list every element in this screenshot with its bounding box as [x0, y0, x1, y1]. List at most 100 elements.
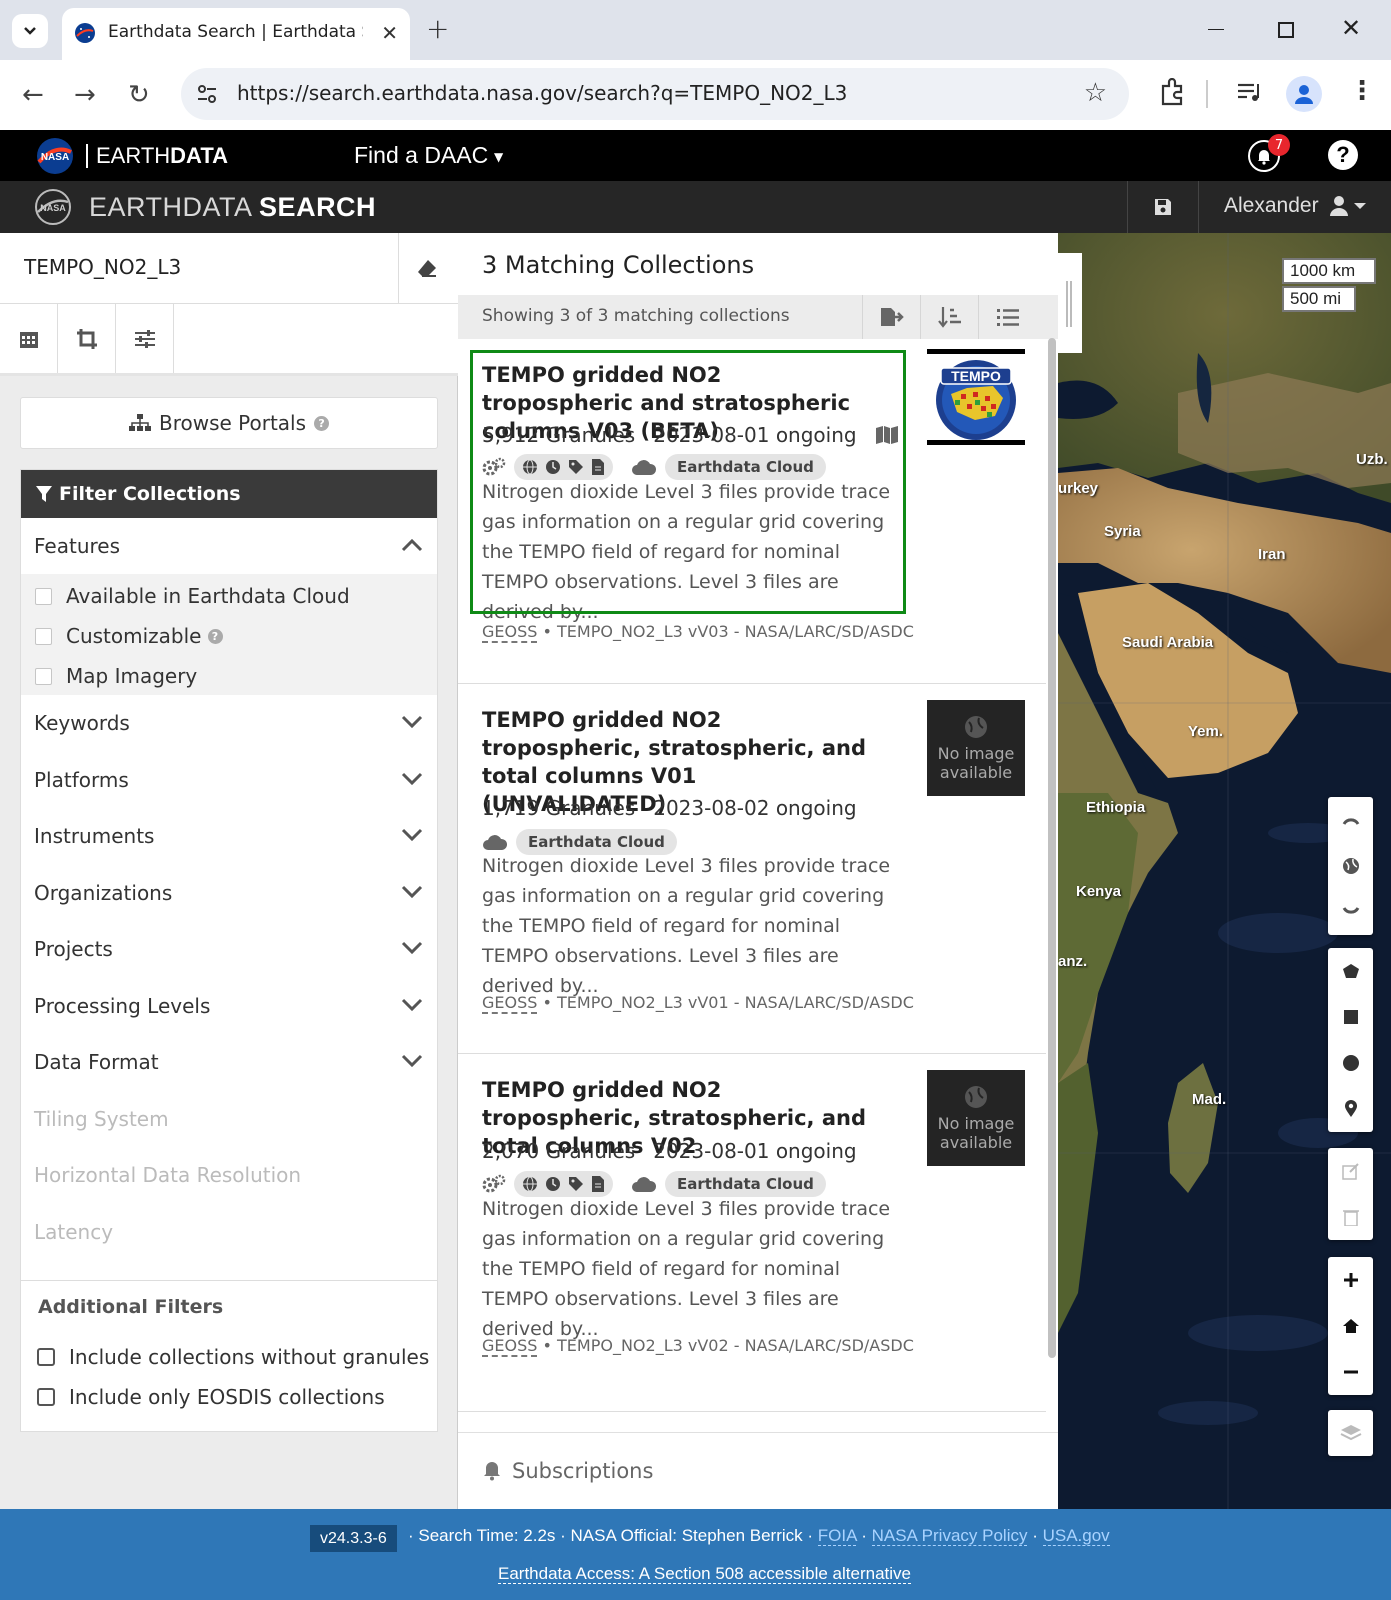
list-view-button[interactable]: [978, 295, 1036, 339]
temporal-filter-button[interactable]: [0, 304, 58, 373]
facet-4[interactable]: Projects: [21, 921, 437, 977]
earthdata-brand[interactable]: EARTHDATA: [96, 143, 228, 169]
edit-shape-icon[interactable]: [1328, 1148, 1373, 1194]
zoom-in-icon[interactable]: [1328, 1257, 1373, 1303]
save-project-button[interactable]: [1127, 181, 1199, 233]
foia-link[interactable]: FOIA: [817, 1526, 857, 1546]
find-a-daac-menu[interactable]: Find a DAAC: [354, 142, 488, 169]
media-control-icon[interactable]: [1236, 80, 1262, 104]
antarctic-projection-icon[interactable]: [1328, 889, 1373, 935]
polygon-draw-icon[interactable]: [1328, 948, 1373, 994]
help-icon[interactable]: ?: [1328, 140, 1358, 170]
home-icon[interactable]: [1328, 1303, 1373, 1349]
collection-short-name: • TEMPO_NO2_L3 vV01 - NASA/LARC/SD/ASDC: [537, 993, 914, 1012]
scrollbar-thumb[interactable]: [1048, 338, 1056, 1358]
globe-projection-icon[interactable]: [1328, 843, 1373, 889]
feature-option-cloud[interactable]: Available in Earthdata Cloud: [35, 584, 350, 608]
user-icon[interactable]: [1330, 195, 1368, 217]
edit-controls: [1328, 1148, 1373, 1240]
spatial-filter-button[interactable]: [58, 304, 116, 373]
browser-tab[interactable]: Earthdata Search | Earthdata Se ✕: [62, 8, 410, 60]
feature-option-customizable[interactable]: Customizable ?: [35, 624, 223, 648]
usa-gov-link[interactable]: USA.gov: [1042, 1526, 1110, 1546]
facet-6[interactable]: Data Format: [21, 1034, 437, 1090]
panel-resize-handle[interactable]: [1058, 253, 1082, 353]
facet-label: Latency: [34, 1219, 114, 1244]
app-title[interactable]: EARTHDATA SEARCH: [89, 192, 376, 223]
user-menu-name[interactable]: Alexander: [1224, 194, 1319, 218]
collection-card[interactable]: TEMPO gridded NO2 tropospheric, stratosp…: [458, 1054, 1046, 1412]
collection-thumbnail[interactable]: TEMPO: [927, 349, 1025, 445]
point-marker-icon[interactable]: [1328, 1086, 1373, 1132]
features-section-header[interactable]: Features: [21, 518, 437, 574]
question-circle-icon[interactable]: ?: [207, 628, 223, 644]
draw-controls: [1328, 948, 1373, 1132]
arctic-projection-icon[interactable]: [1328, 797, 1373, 843]
geoss-tag[interactable]: GEOSS: [482, 1336, 538, 1357]
rectangle-draw-icon[interactable]: [1328, 994, 1373, 1040]
site-settings-icon[interactable]: [195, 82, 219, 106]
browse-portals-button[interactable]: Browse Portals ?: [20, 397, 438, 449]
additional-filter-label: Include collections without granules: [69, 1345, 430, 1369]
address-bar[interactable]: https://search.earthdata.nasa.gov/search…: [181, 68, 1129, 120]
subscriptions-button[interactable]: Subscriptions: [458, 1432, 1058, 1509]
trash-icon[interactable]: [1328, 1194, 1373, 1240]
nasa-logo-icon[interactable]: NASA: [35, 136, 75, 176]
circle-draw-icon[interactable]: [1328, 1040, 1373, 1086]
question-circle-icon[interactable]: ?: [314, 415, 330, 431]
geoss-tag[interactable]: GEOSS: [482, 993, 538, 1014]
forward-icon[interactable]: →: [74, 80, 96, 110]
no-image-thumbnail[interactable]: No image available: [927, 700, 1025, 796]
checkbox[interactable]: [37, 1388, 55, 1406]
crop-icon: [76, 328, 98, 350]
new-tab-icon[interactable]: +: [426, 12, 449, 45]
back-icon[interactable]: ←: [22, 80, 44, 110]
maximize-icon[interactable]: [1278, 22, 1294, 38]
privacy-policy-link[interactable]: NASA Privacy Policy: [871, 1526, 1028, 1546]
collection-card[interactable]: TEMPO gridded NO2 tropospheric, stratosp…: [458, 684, 1046, 1054]
additional-filter-label: Include only EOSDIS collections: [69, 1385, 385, 1409]
checkbox[interactable]: [37, 1348, 55, 1366]
facet-7: Tiling System: [21, 1091, 437, 1147]
chevron-down-icon: [401, 1054, 423, 1068]
zoom-out-icon[interactable]: [1328, 1349, 1373, 1395]
extensions-icon[interactable]: [1160, 78, 1186, 106]
facet-2[interactable]: Instruments: [21, 808, 437, 864]
reload-icon[interactable]: ↻: [128, 80, 150, 110]
earthdata-header: NASA EARTHDATA Find a DAAC ▼ 7 ?: [0, 130, 1391, 181]
minimize-icon[interactable]: [1208, 14, 1224, 30]
eraser-icon[interactable]: [416, 257, 438, 279]
facet-5[interactable]: Processing Levels: [21, 978, 437, 1034]
tab-search-chevron-icon[interactable]: [12, 14, 48, 48]
sort-button[interactable]: [920, 295, 978, 339]
include-without-granules-option[interactable]: Include collections without granules: [37, 1345, 429, 1369]
browser-menu-icon[interactable]: ⋮: [1349, 76, 1375, 106]
profile-avatar-icon[interactable]: [1286, 76, 1322, 112]
nasa-meatball-icon[interactable]: NASA: [33, 187, 73, 227]
accessible-alternative-link[interactable]: Earthdata Access: A Section 508 accessib…: [498, 1564, 911, 1584]
no-image-text: No image available: [937, 744, 1015, 782]
facet-0[interactable]: Keywords: [21, 695, 437, 751]
map-view[interactable]: urkey Uzb. Syria Iran Saudi Arabia Yem. …: [1058, 233, 1391, 1509]
bookmark-star-icon[interactable]: ☆: [1084, 78, 1107, 108]
results-scrollbar[interactable]: [1048, 338, 1058, 1358]
facet-3[interactable]: Organizations: [21, 865, 437, 921]
globe-icon: [522, 1176, 538, 1192]
advanced-search-button[interactable]: [116, 304, 174, 373]
checkbox[interactable]: [35, 587, 52, 605]
include-eosdis-only-option[interactable]: Include only EOSDIS collections: [37, 1385, 385, 1409]
checkbox[interactable]: [35, 667, 52, 685]
search-input[interactable]: [24, 255, 374, 279]
no-image-thumbnail[interactable]: No image available: [927, 1070, 1025, 1166]
feature-option-label: Customizable: [66, 624, 202, 648]
caret-down-icon[interactable]: ▼: [494, 150, 503, 164]
close-tab-icon[interactable]: ✕: [381, 21, 398, 45]
collection-short-name: • TEMPO_NO2_L3 vV02 - NASA/LARC/SD/ASDC: [537, 1336, 914, 1355]
checkbox[interactable]: [35, 627, 52, 645]
export-button[interactable]: [862, 295, 920, 339]
facet-1[interactable]: Platforms: [21, 752, 437, 808]
geoss-tag[interactable]: GEOSS: [482, 622, 538, 643]
layers-icon[interactable]: [1328, 1410, 1373, 1456]
feature-option-map-imagery[interactable]: Map Imagery: [35, 664, 197, 688]
window-close-icon[interactable]: ✕: [1341, 14, 1361, 42]
